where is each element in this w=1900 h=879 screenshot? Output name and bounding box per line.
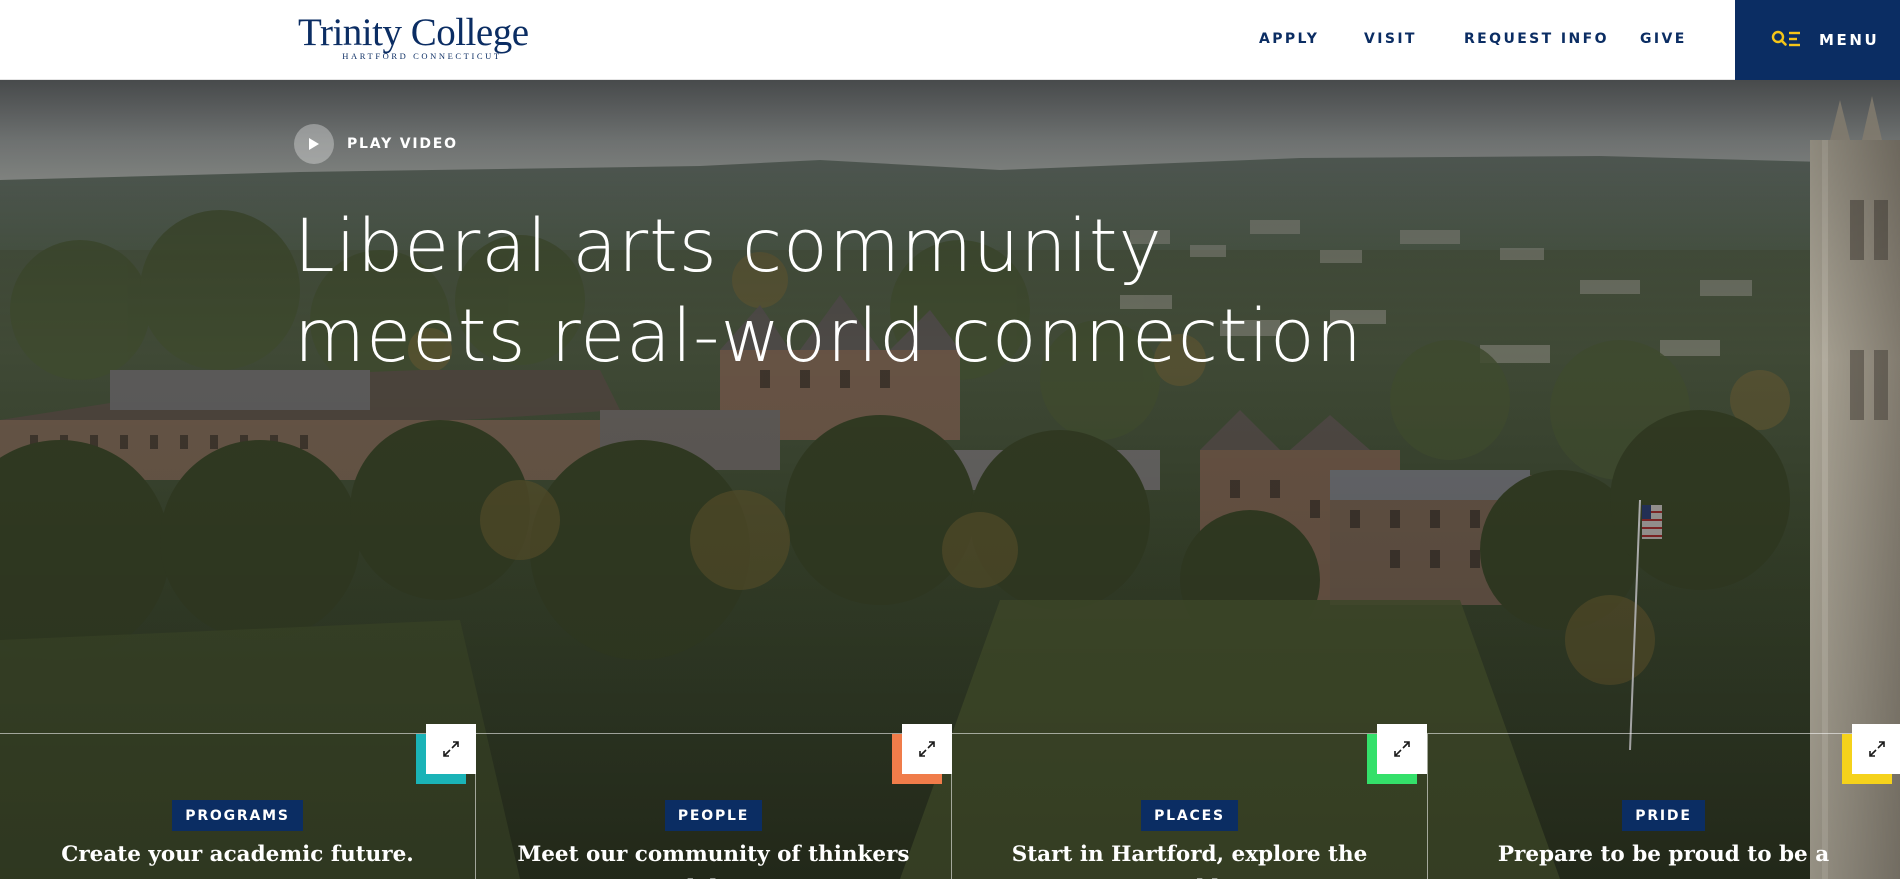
hero-headline: Liberal arts community meets real-world …	[294, 202, 1363, 382]
expand-arrows-icon	[443, 741, 459, 757]
nav-give-link[interactable]: GIVE	[1640, 31, 1687, 47]
logo-name: Trinity College	[298, 11, 529, 54]
card-people[interactable]: PEOPLE Meet our community of thinkers an…	[476, 724, 952, 879]
nav-apply-link[interactable]: APPLY	[1259, 31, 1319, 47]
expand-arrows-icon	[919, 741, 935, 757]
expand-arrows-icon	[1394, 741, 1410, 757]
card-title: Start in Hartford, explore the world.	[1011, 842, 1368, 879]
nav-visit-link[interactable]: VISIT	[1364, 31, 1417, 47]
menu-label: MENU	[1819, 31, 1880, 49]
play-icon	[309, 138, 319, 150]
card-title: Meet our community of thinkers and doers…	[517, 842, 910, 879]
play-circle	[294, 124, 334, 164]
pride-tag: PRIDE	[1622, 800, 1705, 831]
card-tag: PEOPLE	[476, 800, 951, 831]
trinity-college-logo[interactable]: Trinity College HARTFORD CONNECTICUT	[298, 11, 529, 62]
expand-icon[interactable]	[902, 724, 952, 774]
card-tag: PROGRAMS	[0, 800, 475, 831]
card-tag: PRIDE	[1427, 800, 1900, 831]
card-programs[interactable]: PROGRAMS Create your academic future.	[0, 724, 476, 879]
card-tag: PLACES	[952, 800, 1427, 831]
expand-icon[interactable]	[1852, 724, 1900, 774]
nav-request-info-link[interactable]: REQUEST INFO	[1464, 31, 1609, 47]
headline-line-2: meets real-world connection	[294, 294, 1363, 379]
card-pride[interactable]: PRIDE Prepare to be proud to be a Bantam…	[1427, 724, 1900, 879]
card-title: Create your academic future.	[61, 842, 414, 867]
expand-icon[interactable]	[426, 724, 476, 774]
feature-cards: PROGRAMS Create your academic future. PE…	[0, 724, 1900, 879]
search-menu-icon	[1771, 30, 1800, 47]
card-places[interactable]: PLACES Start in Hartford, explore the wo…	[952, 724, 1428, 879]
site-header: Trinity College HARTFORD CONNECTICUT APP…	[0, 0, 1900, 80]
hero-section: PLAY VIDEO Liberal arts community meets …	[0, 80, 1900, 879]
headline-line-1: Liberal arts community	[294, 204, 1163, 289]
people-tag: PEOPLE	[664, 800, 763, 831]
expand-icon[interactable]	[1377, 724, 1427, 774]
play-video-button[interactable]: PLAY VIDEO	[294, 124, 458, 164]
places-tag: PLACES	[1141, 800, 1238, 831]
expand-arrows-icon	[1869, 741, 1885, 757]
play-video-label: PLAY VIDEO	[347, 136, 458, 152]
menu-button[interactable]: MENU	[1735, 0, 1900, 80]
programs-tag: PROGRAMS	[172, 800, 303, 831]
card-title: Prepare to be proud to be a Bantam.	[1497, 842, 1830, 879]
